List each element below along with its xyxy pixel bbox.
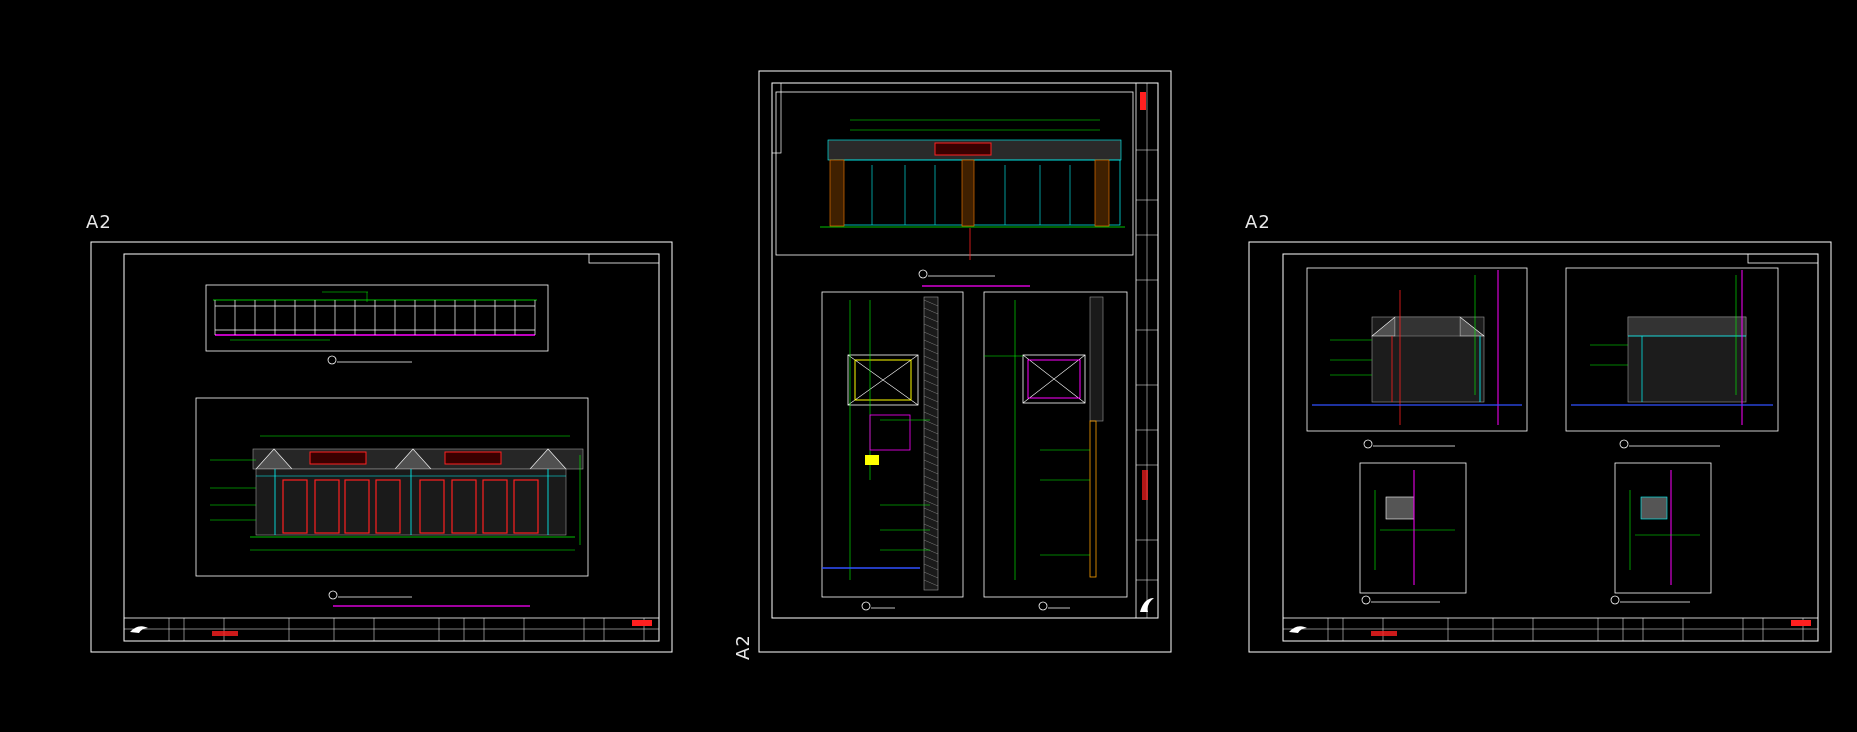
company-logo-icon <box>130 626 148 633</box>
right-detail-4[interactable] <box>1610 462 1712 605</box>
sheet-middle[interactable] <box>758 70 1172 653</box>
right-detail-2[interactable] <box>1565 267 1779 449</box>
sheet-left-inner-frame <box>123 253 660 642</box>
sheet-right[interactable] <box>1248 241 1832 653</box>
sheet-left-outer-frame <box>90 241 673 653</box>
sheet-left-corner-box <box>588 253 660 264</box>
right-detail-1[interactable] <box>1306 267 1528 449</box>
left-plan-drawing[interactable] <box>205 284 549 365</box>
section-marker-icon <box>1038 601 1048 611</box>
sheet-right-outer-frame <box>1248 241 1832 653</box>
middle-elevation-drawing[interactable] <box>775 91 1134 287</box>
left-elevation-drawing[interactable] <box>195 397 589 607</box>
sheet-right-title-block <box>1282 617 1819 642</box>
right-detail-3[interactable] <box>1359 462 1467 605</box>
sheet-left[interactable] <box>90 241 673 653</box>
cad-drawing-canvas[interactable] <box>0 0 1857 732</box>
middle-section-detail-right[interactable] <box>983 291 1128 611</box>
company-logo-icon <box>1289 626 1307 633</box>
section-marker-icon <box>861 601 871 611</box>
middle-section-detail-left[interactable] <box>821 291 964 611</box>
sheet-left-title-block <box>123 617 660 642</box>
sheet-right-inner-frame <box>1282 253 1819 642</box>
